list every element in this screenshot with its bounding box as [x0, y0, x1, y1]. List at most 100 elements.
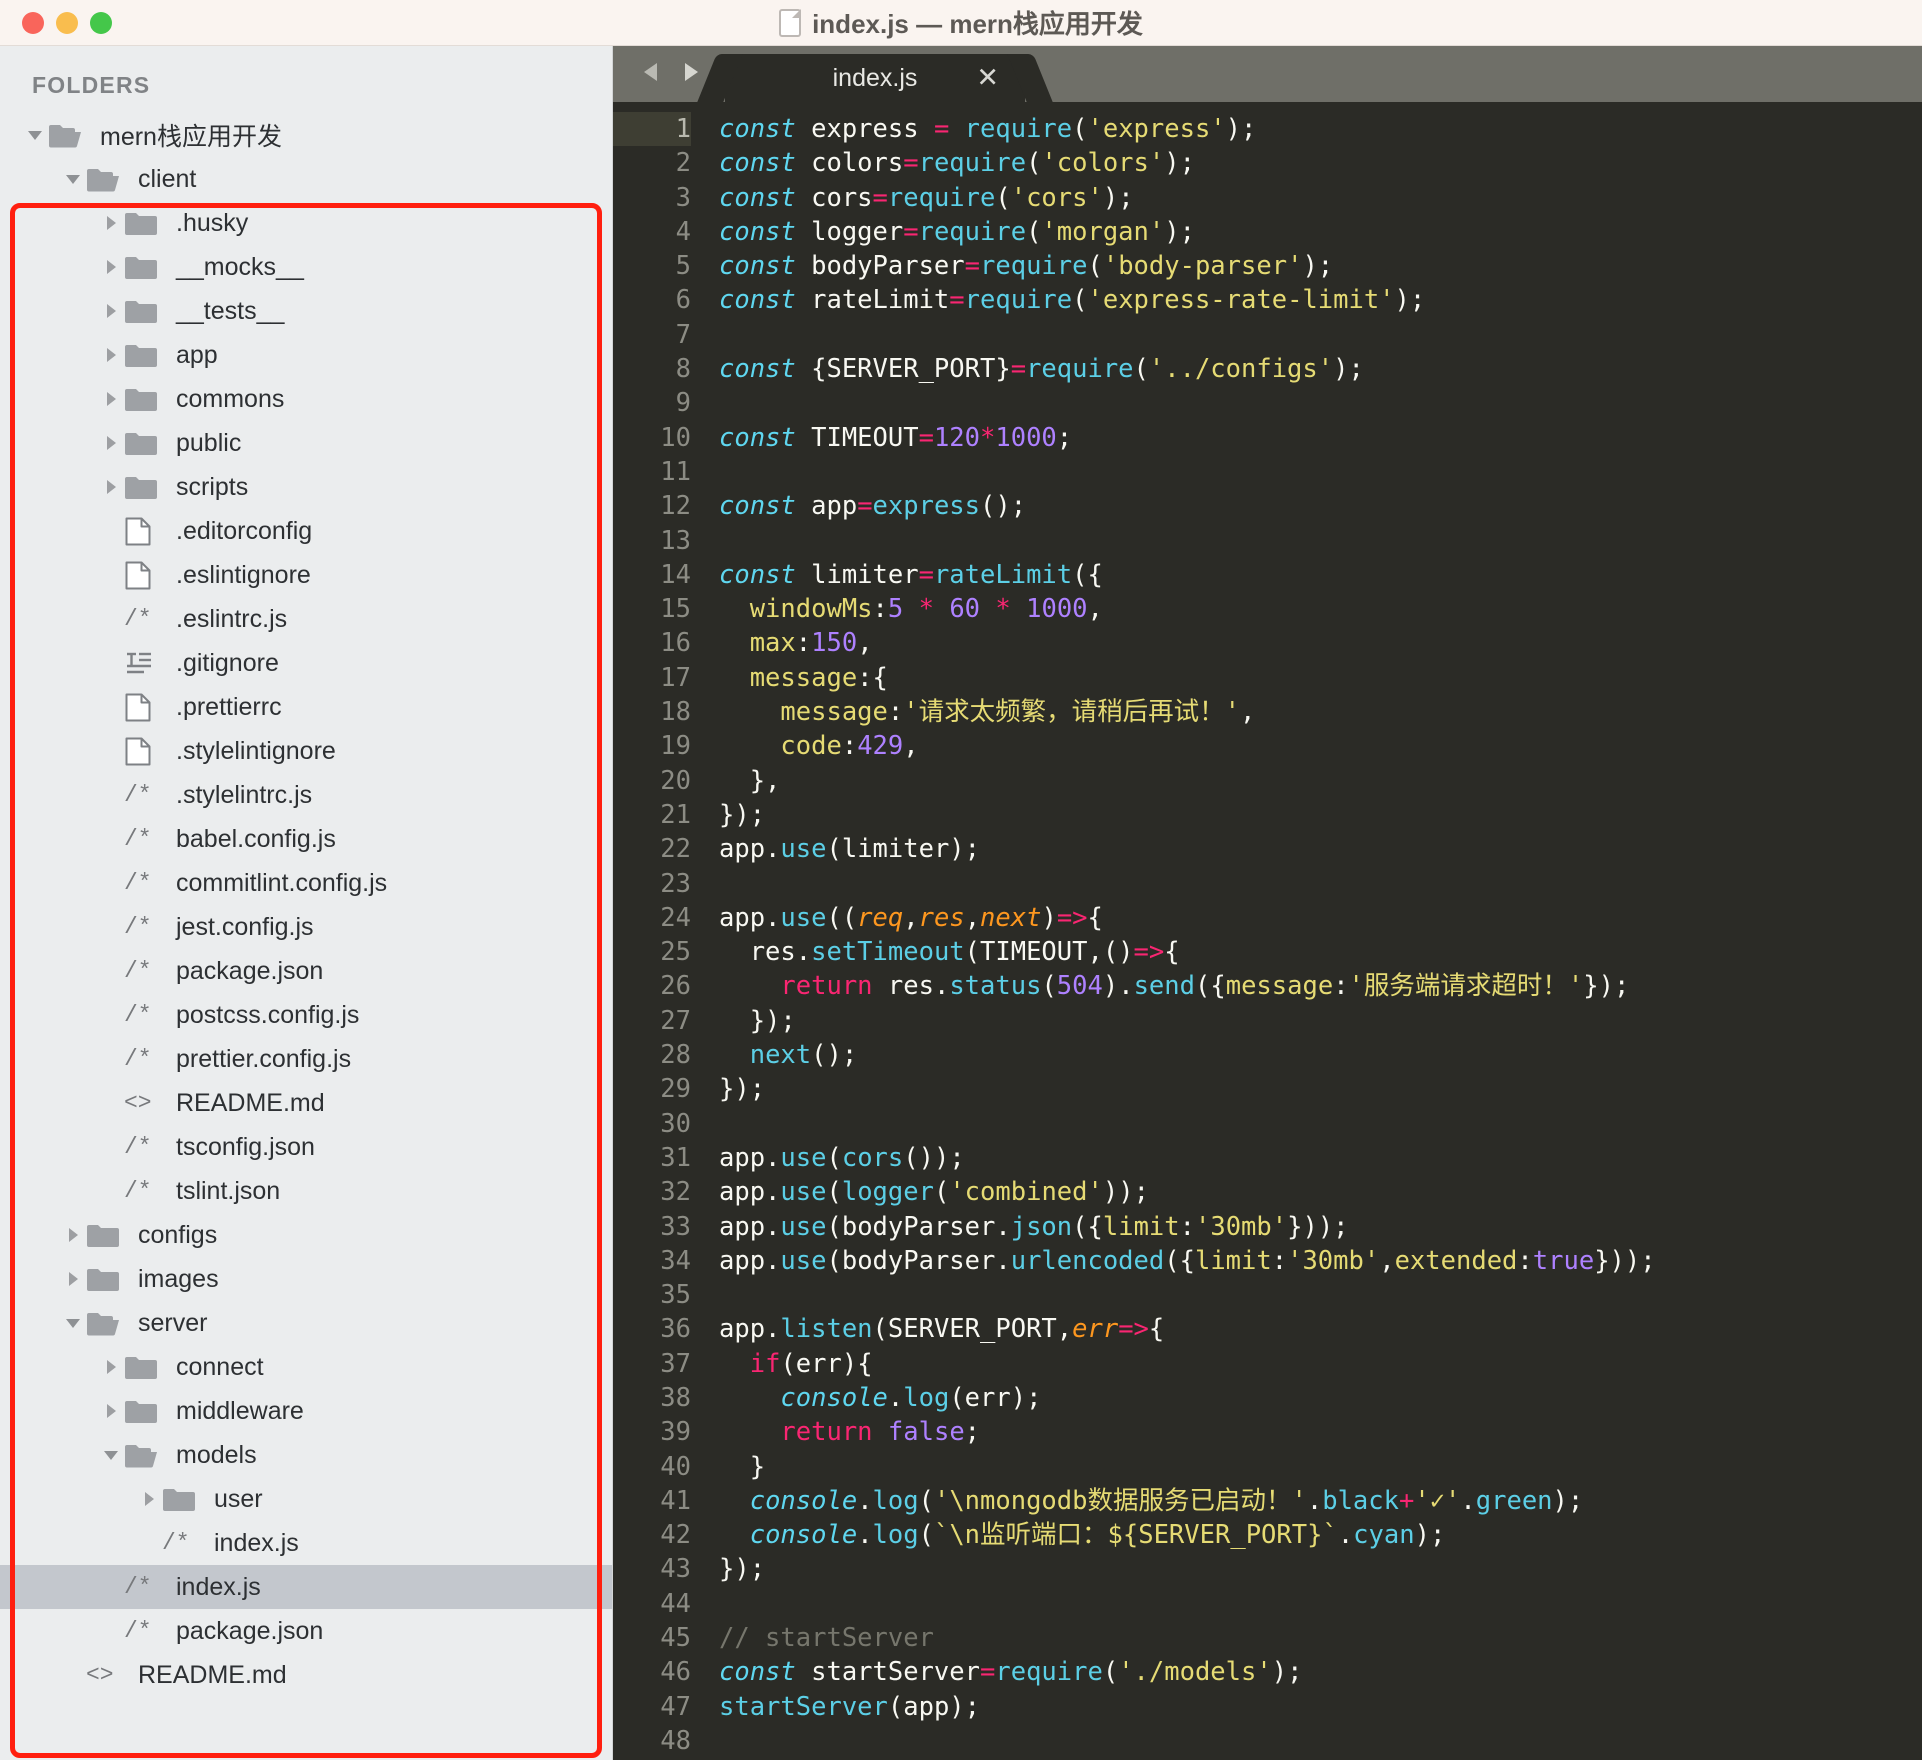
tree-item-middleware[interactable]: middleware: [0, 1389, 612, 1433]
code-line[interactable]: const cors=require('cors');: [719, 181, 1922, 215]
tree-item-jest.config.js[interactable]: /* jest.config.js: [0, 905, 612, 949]
tree-item-images[interactable]: images: [0, 1257, 612, 1301]
chevron-right-icon[interactable]: [98, 214, 124, 232]
tree-item-readme.md[interactable]: <> README.md: [0, 1653, 612, 1697]
tree-item-package.json[interactable]: /* package.json: [0, 1609, 612, 1653]
triangle-right-icon[interactable]: [677, 59, 703, 90]
code-line[interactable]: const TIMEOUT=120*1000;: [719, 421, 1922, 455]
code-line[interactable]: [719, 1724, 1922, 1758]
chevron-down-icon[interactable]: [98, 1446, 124, 1464]
tree-item-.eslintignore[interactable]: .eslintignore: [0, 553, 612, 597]
tree-item-.prettierrc[interactable]: .prettierrc: [0, 685, 612, 729]
code-line[interactable]: console.log(`\n监听端口：${SERVER_PORT}`.cyan…: [719, 1518, 1922, 1552]
chevron-right-icon[interactable]: [98, 1358, 124, 1376]
code-line[interactable]: app.use(cors());: [719, 1141, 1922, 1175]
code-line[interactable]: if(err){: [719, 1347, 1922, 1381]
tree-item-configs[interactable]: configs: [0, 1213, 612, 1257]
tree-item-__tests__[interactable]: __tests__: [0, 289, 612, 333]
code-line[interactable]: });: [719, 798, 1922, 832]
code-line[interactable]: const startServer=require('./models');: [719, 1655, 1922, 1689]
minimize-window-button[interactable]: [56, 11, 78, 34]
code-line[interactable]: [719, 867, 1922, 901]
code-line[interactable]: return res.status(504).send({message:'服务…: [719, 969, 1922, 1003]
tab-index-js[interactable]: index.js ✕: [725, 54, 1025, 102]
code-line[interactable]: app.use((req,res,next)=>{: [719, 901, 1922, 935]
tree-item-mern-[interactable]: mern栈应用开发: [0, 113, 612, 157]
tree-item-commitlint.config.js[interactable]: /* commitlint.config.js: [0, 861, 612, 905]
tree-item-package.json[interactable]: /* package.json: [0, 949, 612, 993]
code-line[interactable]: res.setTimeout(TIMEOUT,()=>{: [719, 935, 1922, 969]
tree-item-commons[interactable]: commons: [0, 377, 612, 421]
tree-item-.stylelintignore[interactable]: .stylelintignore: [0, 729, 612, 773]
code-line[interactable]: message:{: [719, 661, 1922, 695]
chevron-down-icon[interactable]: [60, 170, 86, 188]
code-line[interactable]: app.listen(SERVER_PORT,err=>{: [719, 1312, 1922, 1346]
tree-item-.gitignore[interactable]: .gitignore: [0, 641, 612, 685]
code-line[interactable]: const rateLimit=require('express-rate-li…: [719, 283, 1922, 317]
code-line[interactable]: code:429,: [719, 729, 1922, 763]
tree-item-tsconfig.json[interactable]: /* tsconfig.json: [0, 1125, 612, 1169]
tree-item-index.js[interactable]: /* index.js: [0, 1521, 612, 1565]
code-line[interactable]: app.use(bodyParser.urlencoded({limit:'30…: [719, 1244, 1922, 1278]
code-line[interactable]: [719, 455, 1922, 489]
code-line[interactable]: console.log(err);: [719, 1381, 1922, 1415]
code-line[interactable]: [719, 386, 1922, 420]
code-line[interactable]: const app=express();: [719, 489, 1922, 523]
code-line[interactable]: [719, 1587, 1922, 1621]
tree-item-index.js[interactable]: /* index.js: [0, 1565, 612, 1609]
code-line[interactable]: next();: [719, 1038, 1922, 1072]
close-window-button[interactable]: [22, 11, 44, 34]
chevron-right-icon[interactable]: [98, 434, 124, 452]
tree-item-connect[interactable]: connect: [0, 1345, 612, 1389]
tree-item-.stylelintrc.js[interactable]: /* .stylelintrc.js: [0, 773, 612, 817]
code-line[interactable]: }: [719, 1450, 1922, 1484]
code-line[interactable]: },: [719, 764, 1922, 798]
code-line[interactable]: [719, 318, 1922, 352]
tree-item-server[interactable]: server: [0, 1301, 612, 1345]
code-line[interactable]: return false;: [719, 1415, 1922, 1449]
code-line[interactable]: });: [719, 1004, 1922, 1038]
tree-item-tslint.json[interactable]: /* tslint.json: [0, 1169, 612, 1213]
chevron-down-icon[interactable]: [60, 1314, 86, 1332]
code-line[interactable]: const logger=require('morgan');: [719, 215, 1922, 249]
chevron-right-icon[interactable]: [98, 258, 124, 276]
tree-item-.husky[interactable]: .husky: [0, 201, 612, 245]
code-line[interactable]: [719, 1278, 1922, 1312]
tree-item-scripts[interactable]: scripts: [0, 465, 612, 509]
code-view[interactable]: 1 2 3 4 5 6 7 8 9 10 11 12 13 14 15 16 17 18 19 20 21 22 23 24 2…: [613, 102, 1922, 1760]
chevron-right-icon[interactable]: [98, 478, 124, 496]
tree-item-postcss.config.js[interactable]: /* postcss.config.js: [0, 993, 612, 1037]
code-line[interactable]: app.use(limiter);: [719, 832, 1922, 866]
code-line[interactable]: app.use(logger('combined'));: [719, 1175, 1922, 1209]
tree-item-models[interactable]: models: [0, 1433, 612, 1477]
tree-item-app[interactable]: app: [0, 333, 612, 377]
chevron-right-icon[interactable]: [98, 390, 124, 408]
tree-item-__mocks__[interactable]: __mocks__: [0, 245, 612, 289]
tree-item-.editorconfig[interactable]: .editorconfig: [0, 509, 612, 553]
close-icon[interactable]: ✕: [976, 64, 999, 92]
code-content[interactable]: const express = require('express'); const…: [705, 102, 1922, 1760]
code-line[interactable]: max:150,: [719, 626, 1922, 660]
code-line[interactable]: const limiter=rateLimit({: [719, 558, 1922, 592]
chevron-down-icon[interactable]: [22, 126, 48, 144]
chevron-right-icon[interactable]: [98, 346, 124, 364]
file-tree-sidebar[interactable]: FOLDERS mern栈应用开发 client .husky __mocks__ __…: [0, 46, 613, 1760]
code-line[interactable]: console.log('\nmongodb数据服务已启动！'.black+'✓…: [719, 1484, 1922, 1518]
tree-item-client[interactable]: client: [0, 157, 612, 201]
code-line[interactable]: });: [719, 1552, 1922, 1586]
code-line[interactable]: const express = require('express');: [719, 112, 1922, 146]
tree-item-.eslintrc.js[interactable]: /* .eslintrc.js: [0, 597, 612, 641]
code-line[interactable]: [719, 1107, 1922, 1141]
code-line[interactable]: app.use(bodyParser.json({limit:'30mb'}))…: [719, 1210, 1922, 1244]
triangle-left-icon[interactable]: [639, 59, 665, 90]
tree-item-public[interactable]: public: [0, 421, 612, 465]
tree-item-readme.md[interactable]: <> README.md: [0, 1081, 612, 1125]
chevron-right-icon[interactable]: [60, 1226, 86, 1244]
code-line[interactable]: startServer(app);: [719, 1690, 1922, 1724]
code-line[interactable]: const {SERVER_PORT}=require('../configs'…: [719, 352, 1922, 386]
tree-item-prettier.config.js[interactable]: /* prettier.config.js: [0, 1037, 612, 1081]
chevron-right-icon[interactable]: [98, 302, 124, 320]
file-tree[interactable]: mern栈应用开发 client .husky __mocks__ __tests__ a…: [0, 113, 612, 1697]
code-line[interactable]: // startServer: [719, 1621, 1922, 1655]
code-line[interactable]: const colors=require('colors');: [719, 146, 1922, 180]
